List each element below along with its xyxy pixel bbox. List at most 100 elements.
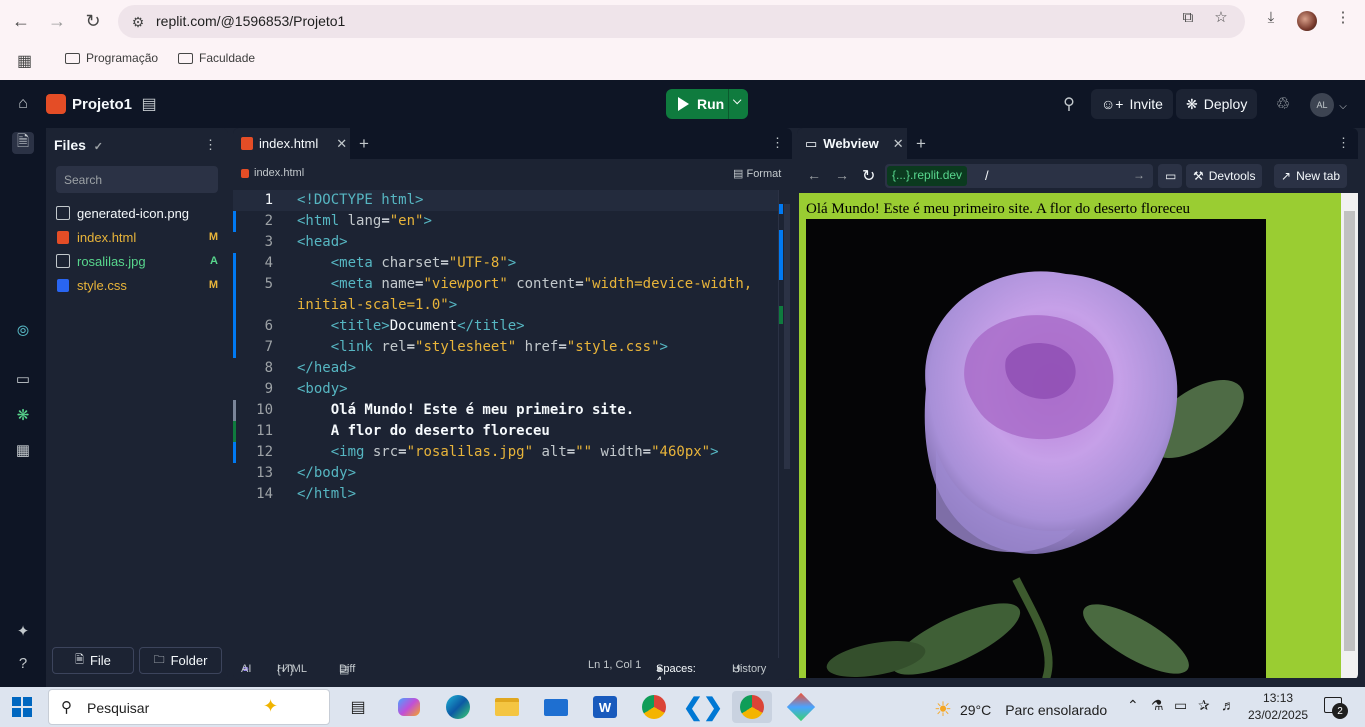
notifications-icon[interactable]: 2 — [1324, 697, 1348, 719]
close-tab-icon[interactable]: ✕ — [893, 136, 904, 152]
tab-index-html[interactable]: index.html ✕ — [233, 128, 350, 159]
files-menu-icon[interactable]: ⋮ — [204, 137, 217, 153]
webview-menu-icon[interactable]: ⋮ — [1337, 135, 1350, 151]
word-app-icon[interactable]: W — [585, 691, 625, 723]
invite-button[interactable]: ☺+ Invite — [1091, 89, 1173, 119]
rendered-page: Olá Mundo! Este é meu primeiro site. A f… — [799, 193, 1341, 678]
site-settings-icon[interactable]: ⚙ — [128, 12, 148, 32]
webview-url-bar[interactable]: {...}.replit.dev / → — [885, 164, 1153, 188]
cursor-position[interactable]: Ln 1, Col 1 — [588, 659, 641, 671]
file-explorer-icon[interactable] — [487, 691, 527, 723]
open-arrow-icon[interactable]: → — [1133, 168, 1145, 182]
image-file-icon — [56, 206, 70, 220]
deploy-button[interactable]: ❋ Deploy — [1176, 89, 1258, 119]
editor-scrollbar[interactable] — [778, 190, 792, 658]
back-arrow-icon[interactable]: ← — [8, 8, 34, 34]
page-scrollbar[interactable] — [1341, 193, 1358, 678]
webview-path[interactable]: / — [985, 168, 989, 183]
bookmarks-bar: ▦ Programação Faculdade — [0, 42, 1365, 76]
new-file-button[interactable]: 🗎 File — [52, 647, 134, 674]
vscode-app-icon[interactable]: ❮❯ — [683, 691, 723, 723]
chrome-app-icon[interactable] — [634, 691, 674, 723]
webview-forward-icon[interactable]: → — [835, 167, 849, 183]
install-app-icon[interactable]: ⧉ — [1178, 7, 1198, 27]
task-view-icon[interactable]: ▤ — [338, 691, 378, 723]
home-icon[interactable]: ⌂ — [13, 94, 33, 114]
close-tab-icon[interactable]: ✕ — [336, 136, 347, 152]
code-line: 12 <img src="rosalilas.jpg" alt="" width… — [256, 444, 719, 460]
file-index-html[interactable]: index.html M — [56, 227, 220, 247]
project-info-icon[interactable]: ▤ — [139, 94, 159, 114]
format-icon: ▤ — [733, 168, 744, 180]
run-button[interactable]: Run ⌵ — [666, 89, 748, 119]
battery-icon[interactable]: ▭ — [1174, 697, 1187, 714]
new-folder-button[interactable]: 🗀 Folder — [139, 647, 222, 674]
tools-grid-icon[interactable]: ▦ — [12, 439, 34, 461]
project-name[interactable]: Projeto1 — [72, 96, 132, 113]
address-bar[interactable]: ⚙ replit.com/@1596853/Projeto1 — [118, 5, 1245, 38]
new-tab-button[interactable]: ↗ New tab — [1274, 164, 1348, 188]
editor-menu-icon[interactable]: ⋮ — [771, 135, 784, 151]
code-line: 7 <link rel="stylesheet" href="style.css… — [264, 339, 668, 355]
browser-chrome: ← → ↻ ⚙ replit.com/@1596853/Projeto1 ⧉ ☆… — [0, 0, 1365, 80]
code-line: 1 <!DOCTYPE html> — [233, 190, 778, 211]
bookmark-faculdade[interactable]: Faculdade — [178, 51, 255, 65]
breadcrumb[interactable]: index.html — [241, 167, 304, 179]
deployments-icon[interactable]: ❋ — [12, 404, 34, 426]
address-url[interactable]: replit.com/@1596853/Projeto1 — [156, 13, 345, 29]
account-chevron-icon[interactable]: ⌵ — [1333, 96, 1353, 116]
file-style-css[interactable]: style.css M — [56, 275, 220, 295]
webview-reload-icon[interactable]: ↻ — [862, 166, 875, 186]
add-tab-icon[interactable]: + — [359, 134, 369, 154]
external-link-icon: ↗ — [1281, 169, 1292, 183]
taskbar-search[interactable]: ⚲ Pesquisar ✦ — [48, 689, 330, 725]
code-line: 13 </body> — [256, 465, 357, 481]
webview-host[interactable]: {...}.replit.dev — [887, 166, 968, 186]
files-pane-icon[interactable]: 🗎 — [12, 132, 34, 154]
file-rosalilas-jpg[interactable]: rosalilas.jpg A — [56, 251, 220, 271]
tab-webview[interactable]: ▭ Webview ✕ — [797, 128, 907, 159]
webview-pane-icon[interactable]: ▭ — [12, 368, 34, 390]
copilot-app-icon[interactable] — [389, 691, 429, 723]
notifications-bell-icon[interactable]: ♲ — [1273, 94, 1293, 114]
code-line: 6 <title>Document</title> — [264, 318, 525, 334]
help-icon[interactable]: ? — [12, 652, 34, 674]
file-generated-icon[interactable]: generated-icon.png — [56, 203, 220, 223]
usb-icon[interactable]: ⚗ — [1151, 697, 1164, 714]
git-app-icon[interactable] — [781, 691, 821, 723]
add-tab-icon[interactable]: + — [916, 134, 926, 154]
chrome-menu-icon[interactable]: ⋮ — [1333, 7, 1353, 27]
code-area[interactable]: 1 <!DOCTYPE html> 2 <html lang="en"> 3 <hea… — [233, 190, 778, 658]
device-icon: ▭ — [1165, 169, 1177, 183]
code-line: 14 </html> — [256, 486, 357, 502]
user-avatar[interactable]: AL — [1310, 93, 1334, 117]
volume-icon[interactable]: ♬ — [1221, 697, 1235, 713]
reload-icon[interactable]: ↻ — [80, 8, 106, 34]
webview-back-icon[interactable]: ← — [807, 167, 821, 183]
files-search-input[interactable]: Search — [56, 166, 218, 193]
devtools-button[interactable]: ⚒ Devtools — [1186, 164, 1263, 188]
mail-app-icon[interactable] — [536, 691, 576, 723]
git-icon[interactable]: ⦾ — [12, 320, 34, 342]
chevron-up-icon[interactable]: ⌃ — [1127, 697, 1139, 714]
weather-widget[interactable]: ☀ 29°C Parc ensolarado — [934, 697, 1107, 722]
format-button[interactable]: ▤ Format — [733, 167, 781, 180]
windows-start-icon[interactable] — [12, 697, 32, 717]
bookmark-star-icon[interactable]: ☆ — [1211, 7, 1231, 27]
system-clock[interactable]: 13:13 23/02/2025 — [1248, 690, 1308, 724]
sparkle-icon[interactable]: ✦ — [12, 620, 34, 642]
rose-image — [806, 219, 1266, 678]
wifi-icon[interactable]: ✰ — [1198, 697, 1210, 714]
download-icon[interactable]: ⤓ — [1261, 7, 1281, 27]
bookmark-programacao[interactable]: Programação — [65, 51, 158, 65]
device-toggle-button[interactable]: ▭ — [1158, 164, 1182, 188]
address-row: ← → ↻ ⚙ replit.com/@1596853/Projeto1 ⧉ ☆… — [0, 0, 1365, 42]
search-icon[interactable]: ⚲ — [1059, 94, 1079, 114]
code-line: 11 A flor do deserto floreceu — [256, 423, 550, 439]
edge-browser-icon[interactable] — [438, 691, 478, 723]
forward-arrow-icon[interactable]: → — [44, 8, 70, 34]
chrome-profile-app-icon[interactable] — [732, 691, 772, 723]
chevron-down-icon[interactable]: ⌵ — [733, 95, 741, 108]
profile-avatar[interactable] — [1297, 11, 1317, 31]
apps-grid-icon[interactable]: ▦ — [17, 51, 32, 71]
